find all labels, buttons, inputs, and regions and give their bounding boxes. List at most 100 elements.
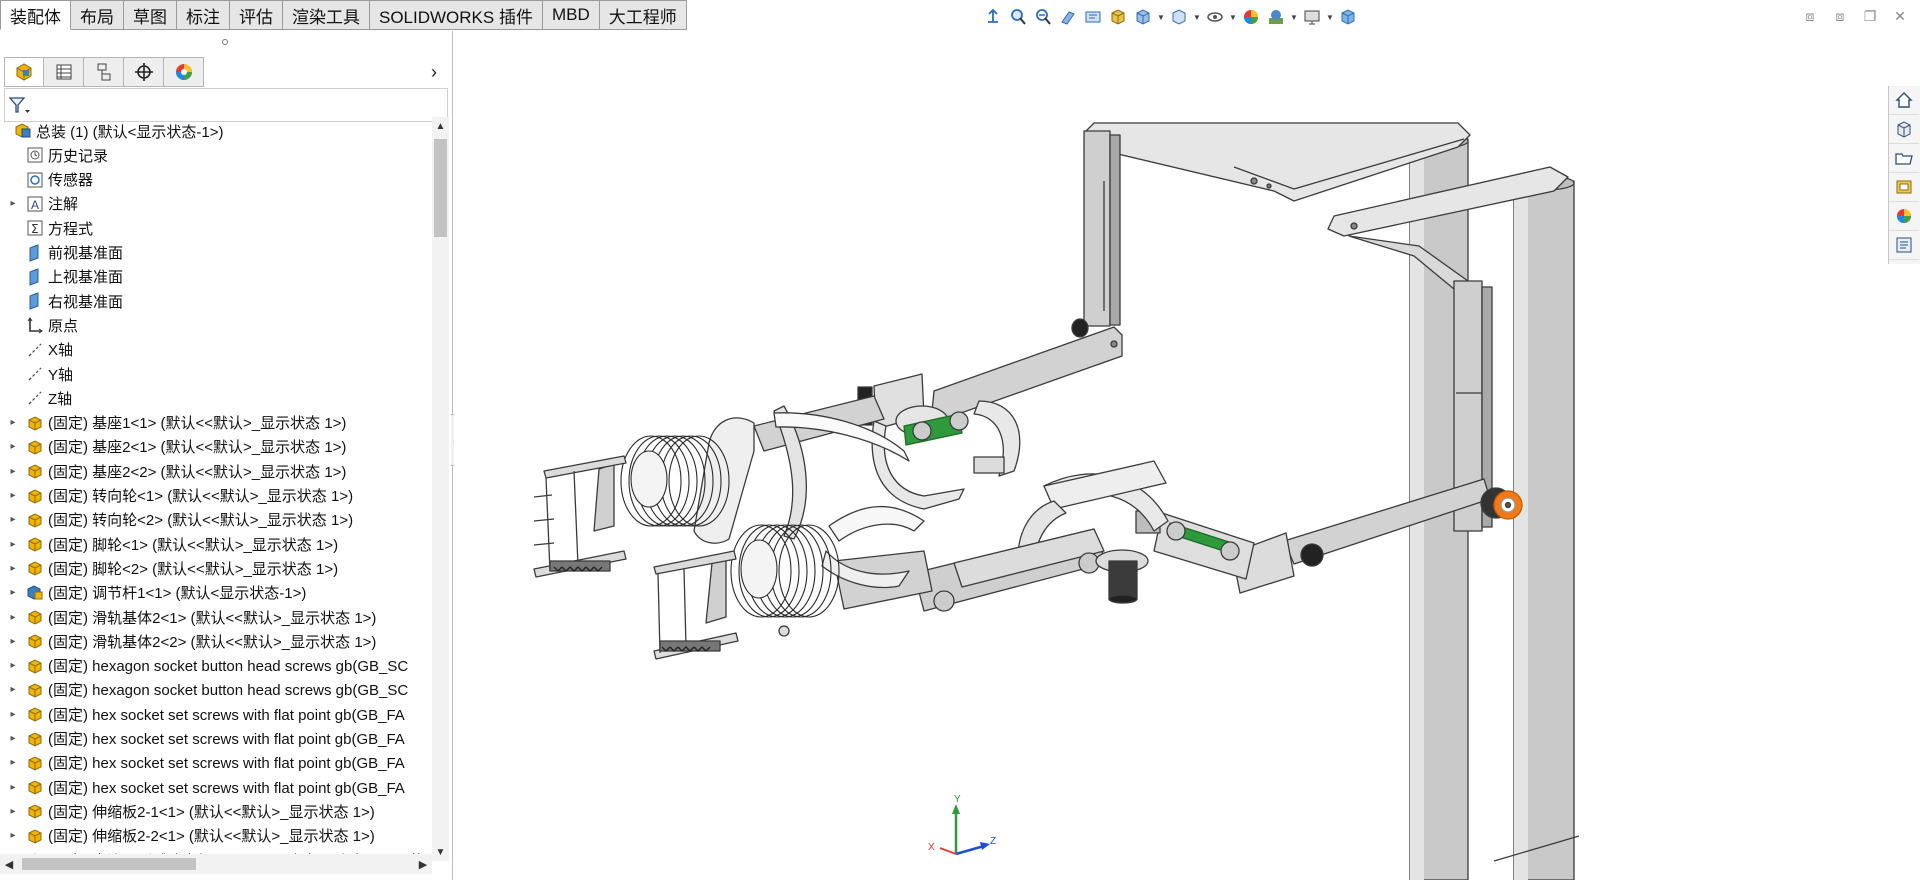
tree-item[interactable]: ▸ (固定) 转向轮<2> (默认<<默认>_显示状态 1>) <box>0 508 353 532</box>
chevron-down-icon[interactable]: ▼ <box>1290 6 1298 28</box>
previous-view-icon[interactable] <box>1032 6 1054 28</box>
view-palette-icon[interactable] <box>1889 173 1919 202</box>
tree-item[interactable]: 前视基准面 <box>0 241 123 265</box>
tree-item[interactable]: ▸ (固定) hex socket set screws with flat po… <box>0 727 404 751</box>
tree-item[interactable]: ▸ (固定) hex socket set screws with flat po… <box>0 775 404 799</box>
custom-properties-icon[interactable] <box>1889 231 1919 260</box>
view-settings-icon[interactable] <box>1265 6 1287 28</box>
chevron-down-icon[interactable]: ▼ <box>1157 6 1165 28</box>
tree-horizontal-scrollbar[interactable]: ◀ ▶ <box>0 854 432 874</box>
expand-arrow-icon[interactable]: ▸ <box>0 654 26 678</box>
expand-arrow-icon[interactable]: ▸ <box>0 775 26 799</box>
expand-arrow-icon[interactable]: ▸ <box>0 824 26 848</box>
design-library-icon[interactable] <box>1889 115 1919 144</box>
expand-arrow-icon[interactable]: ▸ <box>0 581 26 605</box>
tile-left-icon[interactable]: ⧈ <box>1800 6 1820 26</box>
scroll-up-icon[interactable]: ▲ <box>432 117 449 135</box>
tab-0[interactable]: 装配体 <box>0 0 71 30</box>
tree-item[interactable]: 历史记录 <box>0 143 108 167</box>
tab-3[interactable]: 标注 <box>177 0 230 30</box>
configuration-manager-tab[interactable] <box>84 57 124 87</box>
tab-6[interactable]: SOLIDWORKS 插件 <box>370 0 543 30</box>
tree-item[interactable]: ▸ (固定) 调节杆1<1> (默认<显示状态-1>) <box>0 581 306 605</box>
tab-7[interactable]: MBD <box>542 0 600 30</box>
expand-arrow-icon[interactable]: ▸ <box>0 799 26 823</box>
tree-item[interactable]: 上视基准面 <box>0 265 123 289</box>
scroll-thumb[interactable] <box>434 139 447 237</box>
tree-item[interactable]: 右视基准面 <box>0 289 123 313</box>
tree-item[interactable]: 总装 (1) (默认<显示状态-1>) <box>0 119 224 143</box>
tree-item[interactable]: X轴 <box>0 338 73 362</box>
tab-4[interactable]: 评估 <box>230 0 283 30</box>
expand-arrow-icon[interactable]: ▸ <box>0 532 26 556</box>
display-pane-icon[interactable] <box>1301 6 1323 28</box>
property-manager-tab[interactable] <box>44 57 84 87</box>
zoom-to-area-icon[interactable] <box>1007 6 1029 28</box>
dynamic-annotation-icon[interactable] <box>1082 6 1104 28</box>
tree-item[interactable]: 原点 <box>0 313 78 337</box>
tree-item[interactable]: ▸ (固定) 转向轮<1> (默认<<默认>_显示状态 1>) <box>0 484 353 508</box>
panel-grip[interactable] <box>222 39 228 45</box>
dimxpert-manager-tab[interactable] <box>124 57 164 87</box>
tree-vertical-scrollbar[interactable]: ▲ ▼ <box>432 117 449 861</box>
restore-icon[interactable]: ❐ <box>1860 6 1880 26</box>
expand-arrow-icon[interactable]: ▸ <box>0 702 26 726</box>
assembly-model[interactable] <box>454 31 1884 880</box>
tree-item[interactable]: Y轴 <box>0 362 73 386</box>
tab-1[interactable]: 布局 <box>71 0 124 30</box>
box-view-icon[interactable] <box>1337 6 1359 28</box>
expand-arrow-icon[interactable]: ▸ <box>0 192 26 216</box>
expand-arrow-icon[interactable]: ▸ <box>0 605 26 629</box>
expand-arrow-icon[interactable]: ▸ <box>0 484 26 508</box>
tree-item[interactable]: Z轴 <box>0 386 72 410</box>
scroll-down-icon[interactable]: ▼ <box>432 843 449 861</box>
tree-item[interactable]: ▸ (固定) hex socket set screws with flat po… <box>0 751 404 775</box>
section-view-icon[interactable] <box>1057 6 1079 28</box>
appearances-scenes-icon[interactable] <box>1889 202 1919 231</box>
tree-item[interactable]: ▸ (固定) hex socket set screws with flat po… <box>0 702 404 726</box>
chevron-down-icon[interactable]: ▼ <box>1193 6 1201 28</box>
file-explorer-icon[interactable] <box>1889 144 1919 173</box>
tile-right-icon[interactable]: ⧈ <box>1830 6 1850 26</box>
tree-item[interactable]: ▸ A 注解 <box>0 192 78 216</box>
tree-item[interactable]: 传感器 <box>0 168 93 192</box>
tab-2[interactable]: 草图 <box>124 0 177 30</box>
tree-item[interactable]: ▸ (固定) 基座1<1> (默认<<默认>_显示状态 1>) <box>0 411 346 435</box>
close-icon[interactable]: ✕ <box>1890 6 1910 26</box>
tree-item[interactable]: ▸ (固定) hexagon socket button head screws … <box>0 678 408 702</box>
feature-manager-tab[interactable] <box>4 57 44 87</box>
expand-arrow-icon[interactable]: ▸ <box>0 556 26 580</box>
display-style-icon[interactable] <box>1132 6 1154 28</box>
panel-expand-arrow-icon[interactable]: › <box>424 59 444 85</box>
zoom-to-fit-icon[interactable] <box>982 6 1004 28</box>
tree-item[interactable]: ▸ (固定) 基座2<1> (默认<<默认>_显示状态 1>) <box>0 435 346 459</box>
hide-show-items-icon[interactable] <box>1168 6 1190 28</box>
expand-arrow-icon[interactable]: ▸ <box>0 727 26 751</box>
tree-item[interactable]: ▸ (固定) 伸缩板2-2<1> (默认<<默认>_显示状态 1>) <box>0 824 374 848</box>
solidworks-resources-icon[interactable] <box>1889 86 1919 115</box>
scroll-left-icon[interactable]: ◀ <box>0 854 18 874</box>
apply-scene-icon[interactable] <box>1240 6 1262 28</box>
tree-item[interactable]: ▸ (固定) 脚轮<1> (默认<<默认>_显示状态 1>) <box>0 532 338 556</box>
expand-arrow-icon[interactable]: ▸ <box>0 678 26 702</box>
expand-arrow-icon[interactable]: ▸ <box>0 751 26 775</box>
expand-arrow-icon[interactable]: ▸ <box>0 508 26 532</box>
expand-arrow-icon[interactable]: ▸ <box>0 459 26 483</box>
graphics-area[interactable]: Y Z X <box>454 31 1884 880</box>
scroll-thumb[interactable] <box>22 858 196 870</box>
filter-icon[interactable] <box>8 97 31 119</box>
tab-8[interactable]: 大工程师 <box>599 0 687 30</box>
scroll-right-icon[interactable]: ▶ <box>414 854 432 874</box>
tree-item[interactable]: ▸ (固定) 基座2<2> (默认<<默认>_显示状态 1>) <box>0 459 346 483</box>
tree-item[interactable]: ▸ (固定) 滑轨基体2<2> (默认<<默认>_显示状态 1>) <box>0 629 376 653</box>
chevron-down-icon[interactable]: ▼ <box>1326 6 1334 28</box>
tree-item[interactable]: ▸ (固定) hexagon socket button head screws … <box>0 654 408 678</box>
tree-item[interactable]: ▸ (固定) 滑轨基体2<1> (默认<<默认>_显示状态 1>) <box>0 605 376 629</box>
expand-arrow-icon[interactable]: ▸ <box>0 435 26 459</box>
tree-item[interactable]: ▸ (固定) 脚轮<2> (默认<<默认>_显示状态 1>) <box>0 556 338 580</box>
tree-item[interactable]: Σ 方程式 <box>0 216 93 240</box>
tree-item[interactable]: ▸ (固定) 伸缩板2-1<1> (默认<<默认>_显示状态 1>) <box>0 799 374 823</box>
tab-5[interactable]: 渲染工具 <box>283 0 370 30</box>
edit-appearance-icon[interactable] <box>1204 6 1226 28</box>
expand-arrow-icon[interactable]: ▸ <box>0 629 26 653</box>
